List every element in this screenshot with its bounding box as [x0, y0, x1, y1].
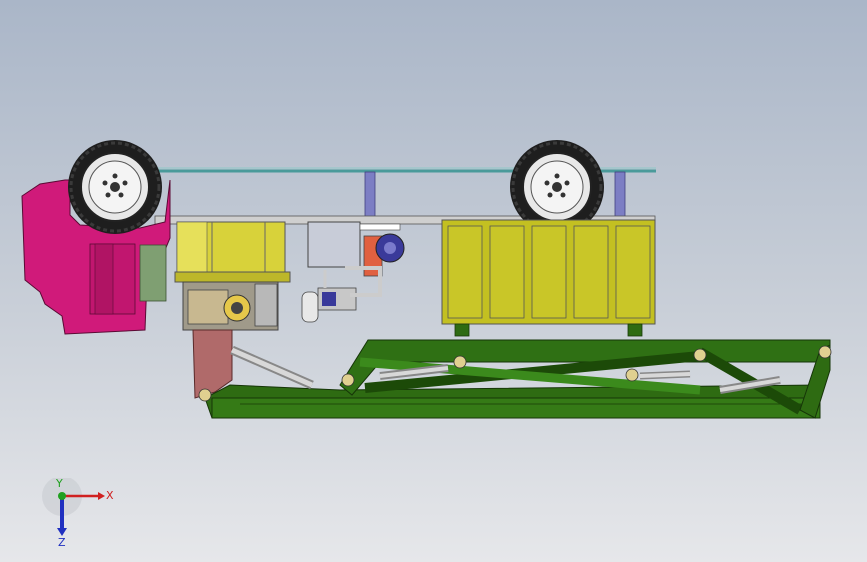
reference-triad: X Y Z — [42, 478, 114, 548]
support-rod-left — [364, 171, 376, 223]
fuel-tank[interactable] — [441, 219, 656, 337]
lift-cylinder-main[interactable] — [230, 345, 314, 390]
x-axis-label: X — [106, 489, 114, 502]
cab-side-panel — [139, 244, 167, 302]
support-rod-right — [614, 171, 626, 221]
cad-model-viewport[interactable] — [0, 0, 867, 562]
hydraulic-pump-assembly[interactable] — [301, 221, 405, 323]
y-axis-label: Y — [55, 478, 63, 490]
z-axis-label: Z — [58, 536, 66, 548]
lift-cylinder-middle[interactable] — [379, 364, 449, 380]
gearbox-block[interactable] — [182, 281, 279, 331]
slewing-drive-module[interactable] — [174, 221, 291, 283]
y-axis-marker — [58, 492, 66, 500]
front-wheel[interactable] — [68, 140, 162, 234]
